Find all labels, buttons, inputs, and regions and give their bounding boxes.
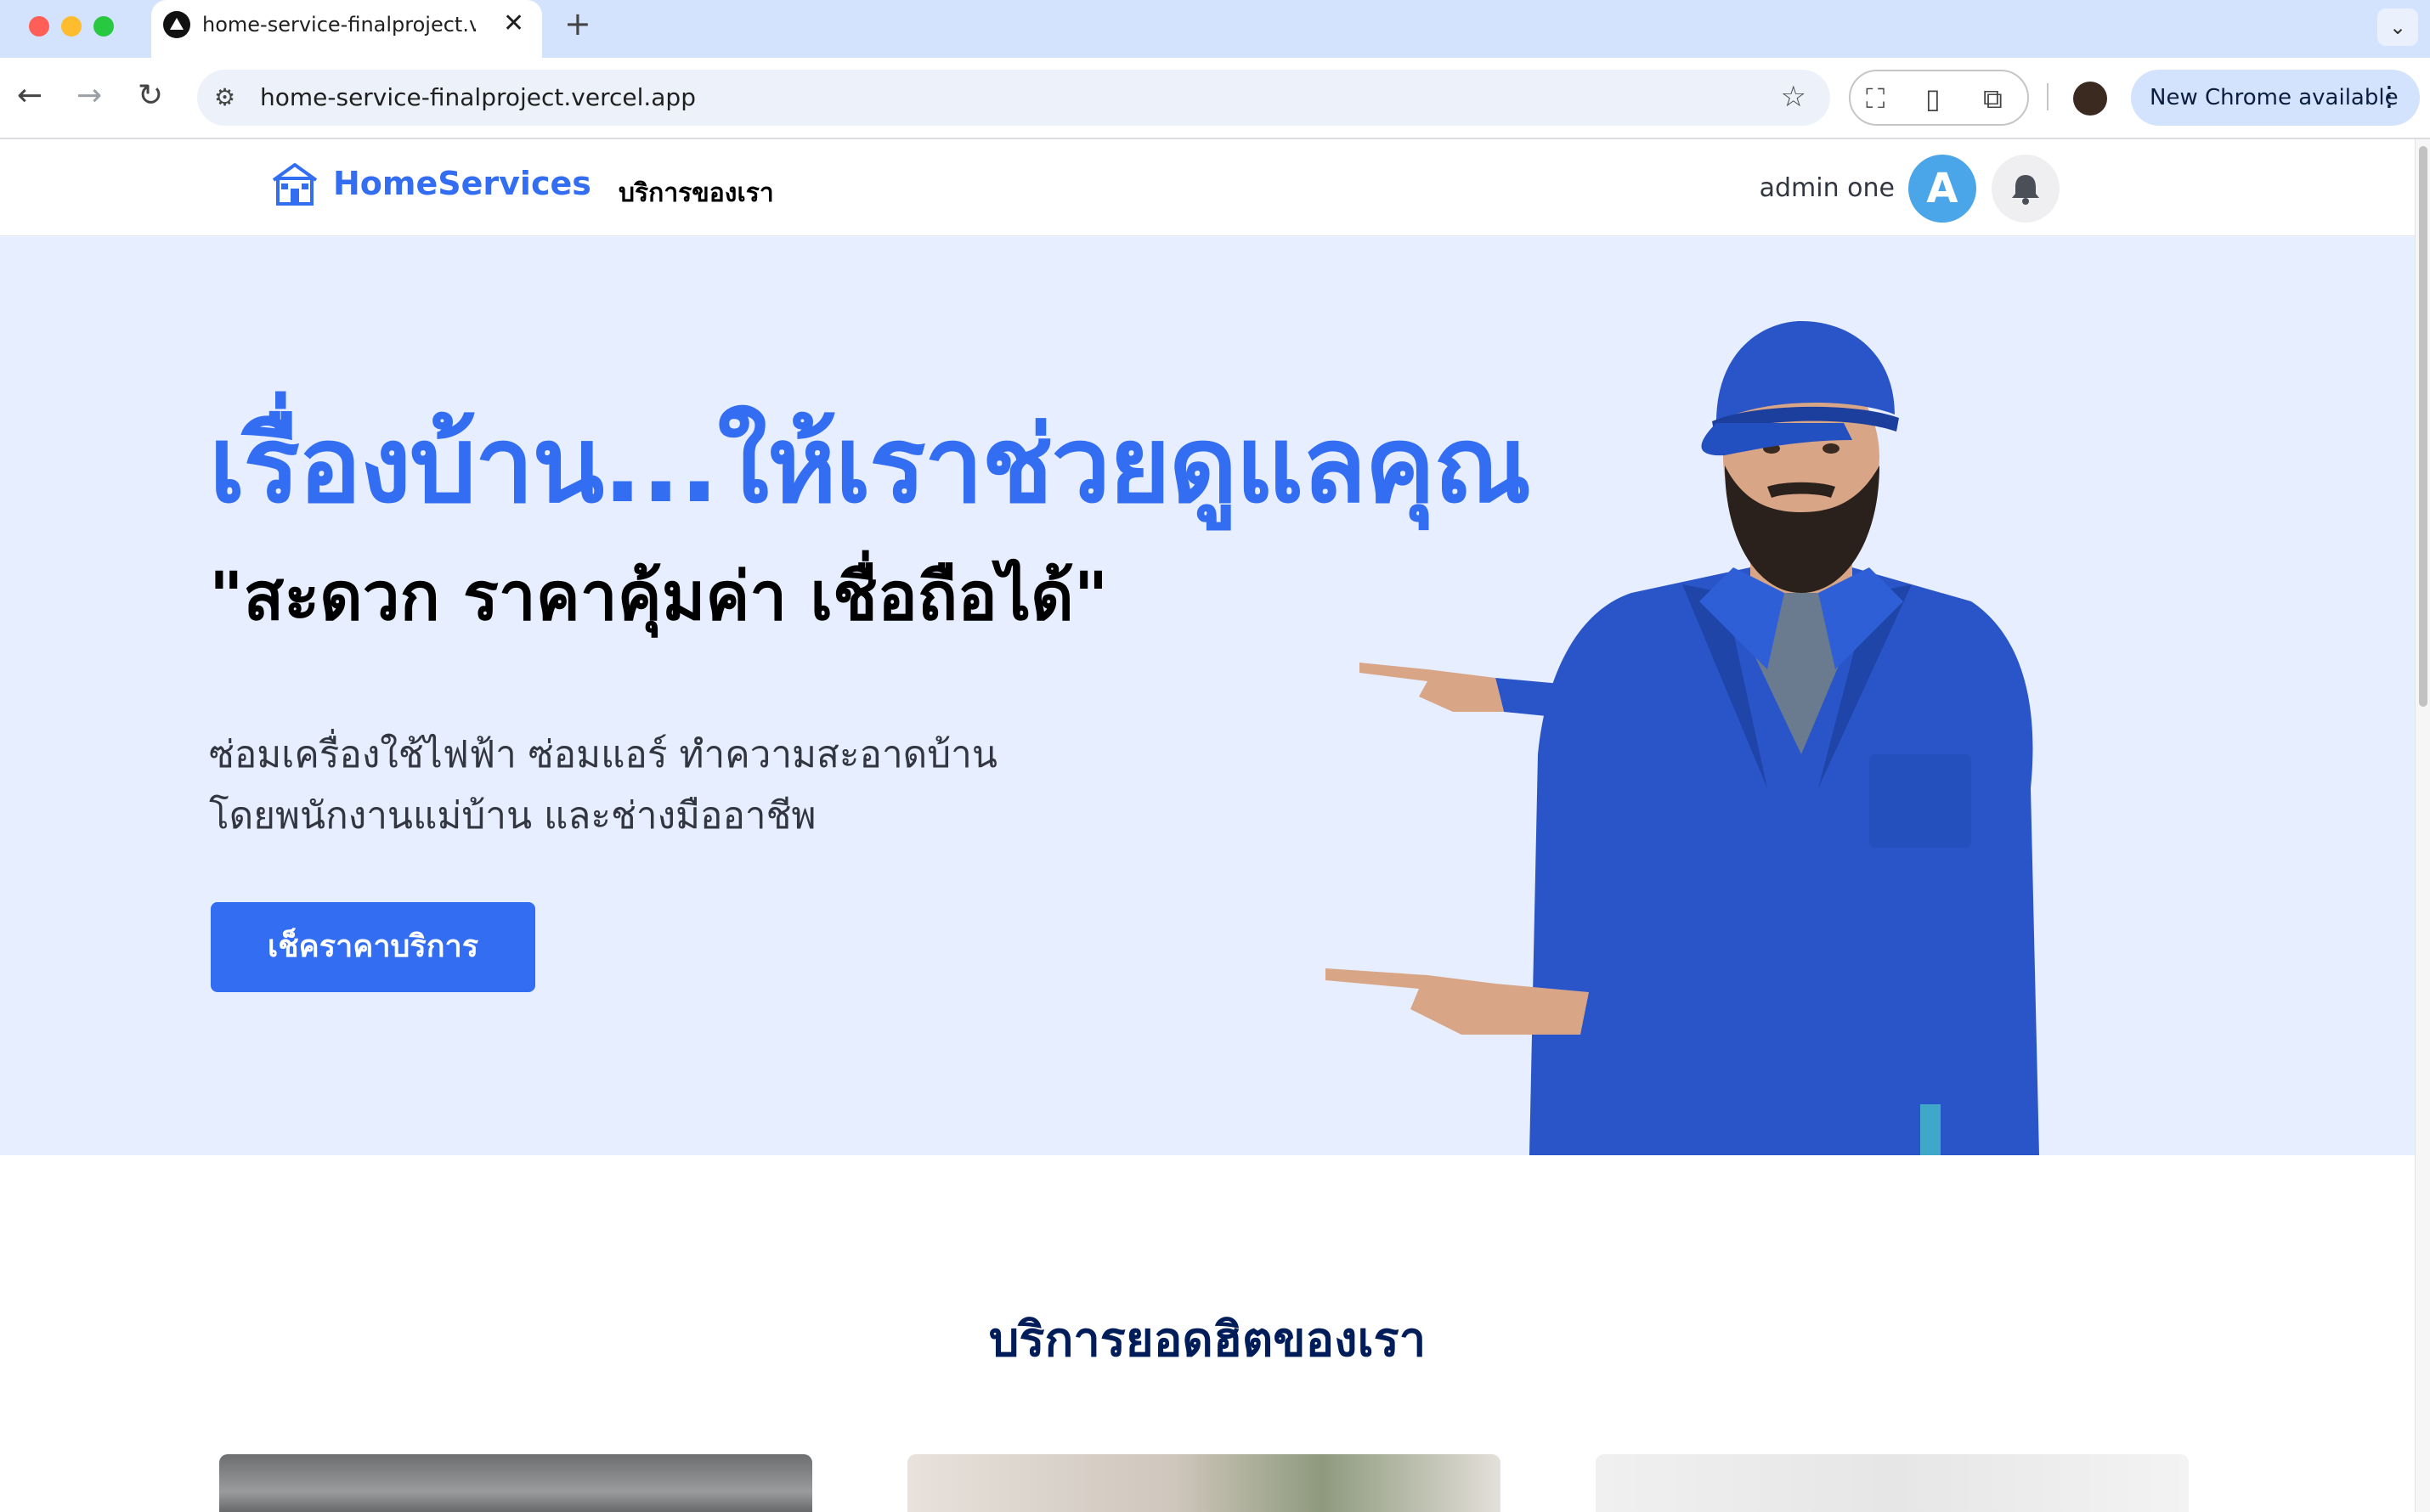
user-avatar[interactable]: A <box>1908 155 1976 223</box>
check-price-button[interactable]: เช็คราคาบริการ <box>211 902 535 992</box>
service-card-image-3[interactable] <box>1596 1454 2189 1512</box>
scrollbar-thumb[interactable] <box>2419 146 2427 707</box>
hero-tagline: "สะดวก ราคาคุ้มค่า เชื่อถือได้" <box>209 559 1109 635</box>
service-card-image-2[interactable] <box>907 1454 1500 1512</box>
house-logo-icon[interactable] <box>270 161 319 207</box>
tab-title: home-service-finalproject.vercel.app <box>202 13 476 37</box>
site-info-icon[interactable]: ⚙ <box>214 83 235 111</box>
maximize-window-button[interactable] <box>93 16 114 37</box>
hero-description: ซ่อมเครื่องใช้ไฟฟ้า ซ่อมแอร์ ทำความสะอาด… <box>209 725 997 847</box>
address-bar[interactable]: ⚙ home-service-finalproject.vercel.app ☆ <box>197 70 1830 126</box>
page-scrollbar[interactable] <box>2415 139 2430 1512</box>
device-mode-icon[interactable]: ▯ <box>1925 82 1941 115</box>
user-name: admin one <box>1759 173 1895 203</box>
brand-logo-text[interactable]: HomeServices <box>333 165 591 202</box>
forward-arrow-icon[interactable]: → <box>76 78 102 113</box>
technician-photo <box>1325 321 2039 1155</box>
vercel-favicon-icon <box>163 11 190 38</box>
bell-icon <box>2012 175 2039 205</box>
tab-search-chevron-icon[interactable]: ⌄ <box>2377 8 2418 46</box>
hero-section: เรื่องบ้าน...ให้เราช่วยดูแลคุณ "สะดวก รา… <box>0 236 2415 1155</box>
toolbar-divider <box>2047 83 2049 110</box>
more-menu-icon[interactable]: ⋮ <box>2376 80 2403 112</box>
close-tab-icon[interactable]: ✕ <box>503 8 524 38</box>
browser-toolbar: ← → ↻ ⚙ home-service-finalproject.vercel… <box>0 58 2430 139</box>
bookmark-star-icon[interactable]: ☆ <box>1781 80 1806 114</box>
close-window-button[interactable] <box>29 16 49 37</box>
hero-description-line-1: ซ่อมเครื่องใช้ไฟฟ้า ซ่อมแอร์ ทำความสะอาด… <box>209 733 997 776</box>
browser-tab-bar: home-service-finalproject.vercel.app ✕ +… <box>0 0 2430 58</box>
popular-services-title: บริการยอดฮิตของเรา <box>988 1312 1427 1368</box>
url-text[interactable]: home-service-finalproject.vercel.app <box>260 83 696 111</box>
profile-avatar[interactable] <box>2073 82 2107 116</box>
notification-button[interactable] <box>1992 155 2060 223</box>
web-page: HomeServices บริการของเรา admin one A เร… <box>0 139 2415 1512</box>
screenshot-icon[interactable]: ⛶ <box>1866 82 1885 116</box>
browser-tab-active[interactable]: home-service-finalproject.vercel.app ✕ <box>151 0 542 58</box>
minimize-window-button[interactable] <box>61 16 82 37</box>
reload-icon[interactable]: ↻ <box>138 78 163 113</box>
nav-link-services[interactable]: บริการของเรา <box>619 173 774 213</box>
back-arrow-icon[interactable]: ← <box>17 78 42 113</box>
service-card-image-1[interactable] <box>219 1454 812 1512</box>
extensions-group: ⛶ ▯ ⧉ <box>1849 70 2029 126</box>
extensions-puzzle-icon[interactable]: ⧉ <box>1983 82 2003 116</box>
chrome-update-button[interactable]: New Chrome available ⋮ <box>2131 70 2420 126</box>
chrome-update-label: New Chrome available <box>2150 85 2399 110</box>
site-header: HomeServices บริการของเรา admin one A <box>0 139 2415 236</box>
new-tab-icon[interactable]: + <box>564 5 591 42</box>
hero-description-line-2: โดยพนักงานแม่บ้าน และช่างมืออาชีพ <box>209 794 817 838</box>
